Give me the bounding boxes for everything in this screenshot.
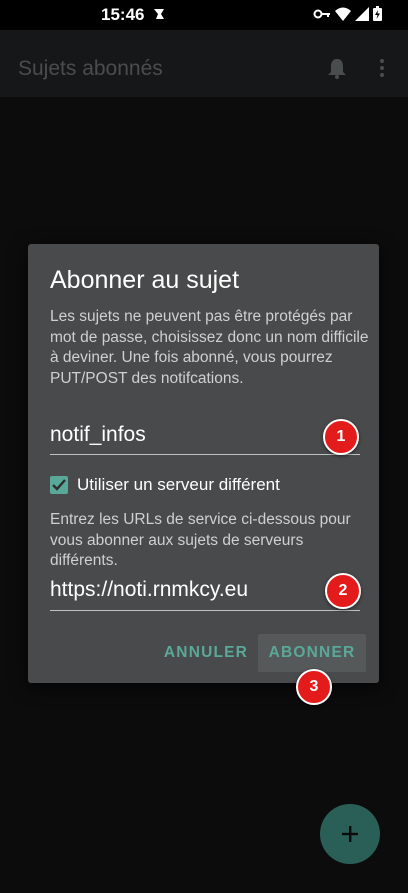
status-icons [313,6,382,26]
plus-icon [342,826,358,842]
cancel-button[interactable]: ANNULER [158,634,254,672]
server-url-input[interactable]: https://noti.rnmkcy.eu [50,578,360,611]
annotation-badge-2: 2 [325,573,361,609]
use-other-server-label: Utiliser un serveur différent [77,475,280,494]
use-other-server-checkbox[interactable] [50,476,68,494]
more-options-icon[interactable] [376,58,388,83]
server-url-underline [50,610,360,611]
checkmark-icon [52,479,66,491]
add-topic-fab[interactable] [320,804,380,864]
server-url-value: https://noti.rnmkcy.eu [50,578,249,601]
topic-input[interactable]: notif_infos [50,423,360,455]
vpn-key-icon [313,7,331,25]
subscribe-dialog: Abonner au sujet Les sujets ne peuvent p… [28,244,379,683]
dialog-title: Abonner au sujet [50,266,240,294]
bell-icon[interactable] [326,57,348,84]
notification-app-icon [152,7,166,26]
page-title: Sujets abonnés [18,57,163,80]
status-bar: 15:46 [0,0,408,30]
wifi-icon [335,7,351,26]
topic-input-value: notif_infos [50,423,146,446]
server-description: Entrez les URLs de service ci-dessous po… [50,511,351,569]
status-time: 15:46 [101,5,145,24]
battery-icon [373,6,382,26]
annotation-badge-1: 1 [323,419,359,455]
annotation-badge-3: 3 [296,669,332,705]
dialog-description: Les sujets ne peuvent pas être protégés … [50,308,369,387]
topic-input-underline [50,454,360,455]
subscribe-button[interactable]: ABONNER [258,634,366,672]
signal-icon [355,6,369,26]
use-other-server-row[interactable]: Utiliser un serveur différent [50,475,280,495]
